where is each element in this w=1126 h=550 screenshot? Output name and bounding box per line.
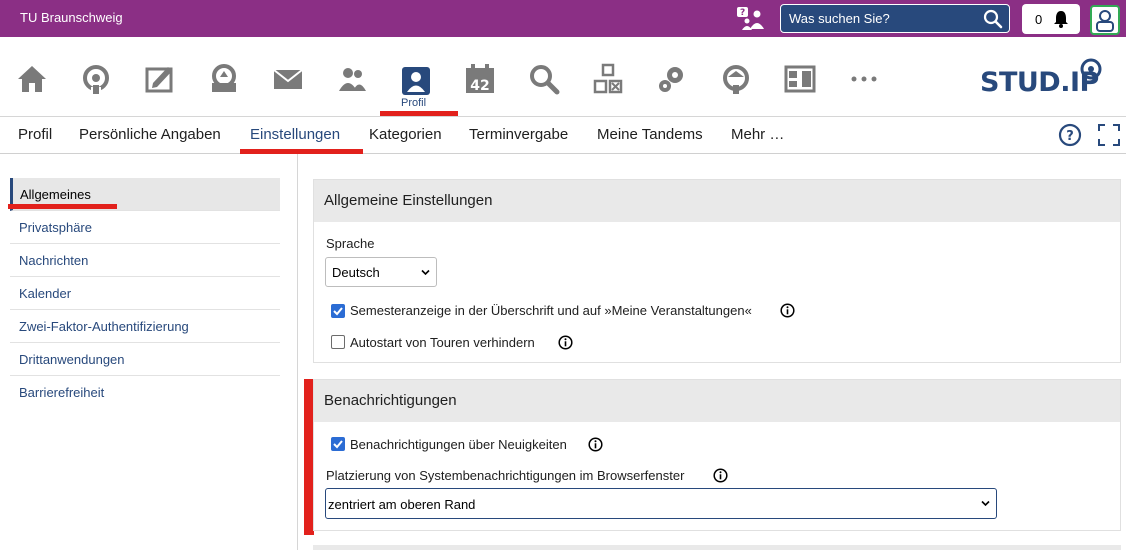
chevron-down-icon: [421, 269, 430, 276]
semester-label[interactable]: Semesteranzeige in der Überschrift und a…: [350, 303, 752, 318]
search-input[interactable]: Was suchen Sie?: [780, 4, 1010, 33]
tab-mehr[interactable]: Mehr …: [731, 126, 784, 143]
document-icon[interactable]: [144, 63, 176, 95]
avatar[interactable]: [1090, 5, 1120, 35]
tab-profil[interactable]: Profil: [18, 126, 52, 143]
highlight-mark: [8, 204, 117, 209]
profile-icon[interactable]: [400, 65, 432, 97]
tab-meine-tandems[interactable]: Meine Tandems: [597, 126, 703, 143]
language-value: Deutsch: [332, 265, 380, 280]
language-label: Sprache: [326, 236, 375, 251]
news-notification-label[interactable]: Benachrichtigungen über Neuigkeiten: [350, 437, 567, 452]
more-icon[interactable]: [848, 63, 880, 95]
calendar-icon[interactable]: 42: [464, 63, 496, 95]
panel-title: Allgemeine Einstellungen: [324, 192, 493, 209]
general-settings-panel: Allgemeine Einstellungen Sprache Deutsch…: [313, 179, 1121, 363]
placement-select[interactable]: zentriert am oberen Rand: [325, 488, 997, 519]
panel-header[interactable]: Benachrichtigungen: [314, 380, 1120, 422]
sidebar-item-label: Kalender: [19, 286, 72, 301]
tab-kategorien[interactable]: Kategorien: [369, 126, 442, 143]
svg-text:?: ?: [1066, 129, 1074, 144]
highlight-mark: [380, 111, 458, 116]
info-icon[interactable]: [713, 468, 728, 483]
chevron-down-icon: [981, 500, 990, 507]
search-placeholder: Was suchen Sie?: [789, 11, 890, 26]
studip-logo[interactable]: STUD.IP: [980, 55, 1106, 101]
top-bar: TU Braunschweig ? Was suchen Sie? 0: [0, 0, 1126, 37]
sidebar-item-kalender[interactable]: Kalender: [10, 277, 280, 310]
tab-persoenliche-angaben[interactable]: Persönliche Angaben: [79, 126, 221, 143]
sub-navigation: Profil Persönliche Angaben Einstellungen…: [0, 117, 1126, 154]
schedule-icon[interactable]: [784, 63, 816, 95]
next-panel-header: [313, 545, 1121, 550]
autostart-checkbox[interactable]: [331, 335, 345, 349]
sidebar: Allgemeines Privatsphäre Nachrichten Kal…: [0, 154, 298, 550]
resources-icon[interactable]: [592, 63, 624, 95]
notifications-button[interactable]: 0: [1022, 4, 1080, 34]
notification-count: 0: [1035, 12, 1043, 27]
check-icon: [333, 440, 343, 449]
sidebar-item-nachrichten[interactable]: Nachrichten: [10, 244, 280, 277]
tab-terminvergabe[interactable]: Terminvergabe: [469, 126, 568, 143]
site-name[interactable]: TU Braunschweig: [20, 10, 123, 25]
info-icon[interactable]: [558, 335, 573, 350]
sidebar-item-label: Allgemeines: [20, 187, 91, 202]
sidebar-item-label: Nachrichten: [19, 253, 89, 268]
sidebar-item-privatsphaere[interactable]: Privatsphäre: [10, 211, 280, 244]
info-icon[interactable]: [780, 303, 795, 318]
active-nav-label: Profil: [401, 97, 427, 109]
help-icon[interactable]: ?: [1058, 123, 1082, 147]
calendar-day: 42: [470, 78, 489, 94]
sidebar-item-drittanwendungen[interactable]: Drittanwendungen: [10, 343, 280, 376]
notifications-panel: Benachrichtigungen Benachrichtigungen üb…: [313, 379, 1121, 531]
export-icon[interactable]: [720, 63, 752, 95]
sidebar-item-label: Privatsphäre: [19, 220, 92, 235]
info-icon[interactable]: [588, 437, 603, 452]
meeting-icon[interactable]: [80, 63, 112, 95]
tab-einstellungen[interactable]: Einstellungen: [250, 126, 340, 143]
community-icon[interactable]: [336, 63, 368, 95]
sidebar-item-label: Drittanwendungen: [19, 352, 125, 367]
autostart-label[interactable]: Autostart von Touren verhindern: [350, 335, 535, 350]
language-select[interactable]: Deutsch: [325, 257, 437, 287]
sidebar-item-barrierefreiheit[interactable]: Barrierefreiheit: [10, 376, 280, 409]
svg-text:?: ?: [740, 8, 745, 18]
home-icon[interactable]: [16, 63, 48, 95]
main-navigation: Profil 42 STUD.IP: [0, 37, 1126, 117]
search-nav-icon[interactable]: [528, 63, 560, 95]
news-notification-checkbox[interactable]: [331, 437, 345, 451]
admin-gear-icon[interactable]: [656, 63, 688, 95]
help-chat-icon[interactable]: ?: [735, 5, 765, 31]
placement-label: Platzierung von Systembenachrichtigungen…: [326, 468, 685, 483]
user-avatar-icon: [1096, 10, 1114, 32]
logo-ring-icon: [1080, 58, 1102, 80]
sidebar-item-label: Barrierefreiheit: [19, 385, 105, 400]
fullscreen-icon[interactable]: [1098, 124, 1120, 146]
semester-checkbox[interactable]: [331, 304, 345, 318]
panel-header[interactable]: Allgemeine Einstellungen: [314, 180, 1120, 222]
search-icon[interactable]: [983, 9, 1003, 29]
sidebar-item-label: Zwei-Faktor-Authentifizierung: [19, 319, 189, 334]
bell-icon: [1054, 11, 1068, 28]
tools-icon[interactable]: [208, 63, 240, 95]
sidebar-item-zwei-faktor[interactable]: Zwei-Faktor-Authentifizierung: [10, 310, 280, 343]
placement-value: zentriert am oberen Rand: [328, 497, 476, 512]
panel-title: Benachrichtigungen: [324, 392, 457, 409]
mail-icon[interactable]: [272, 63, 304, 95]
check-icon: [333, 307, 343, 316]
